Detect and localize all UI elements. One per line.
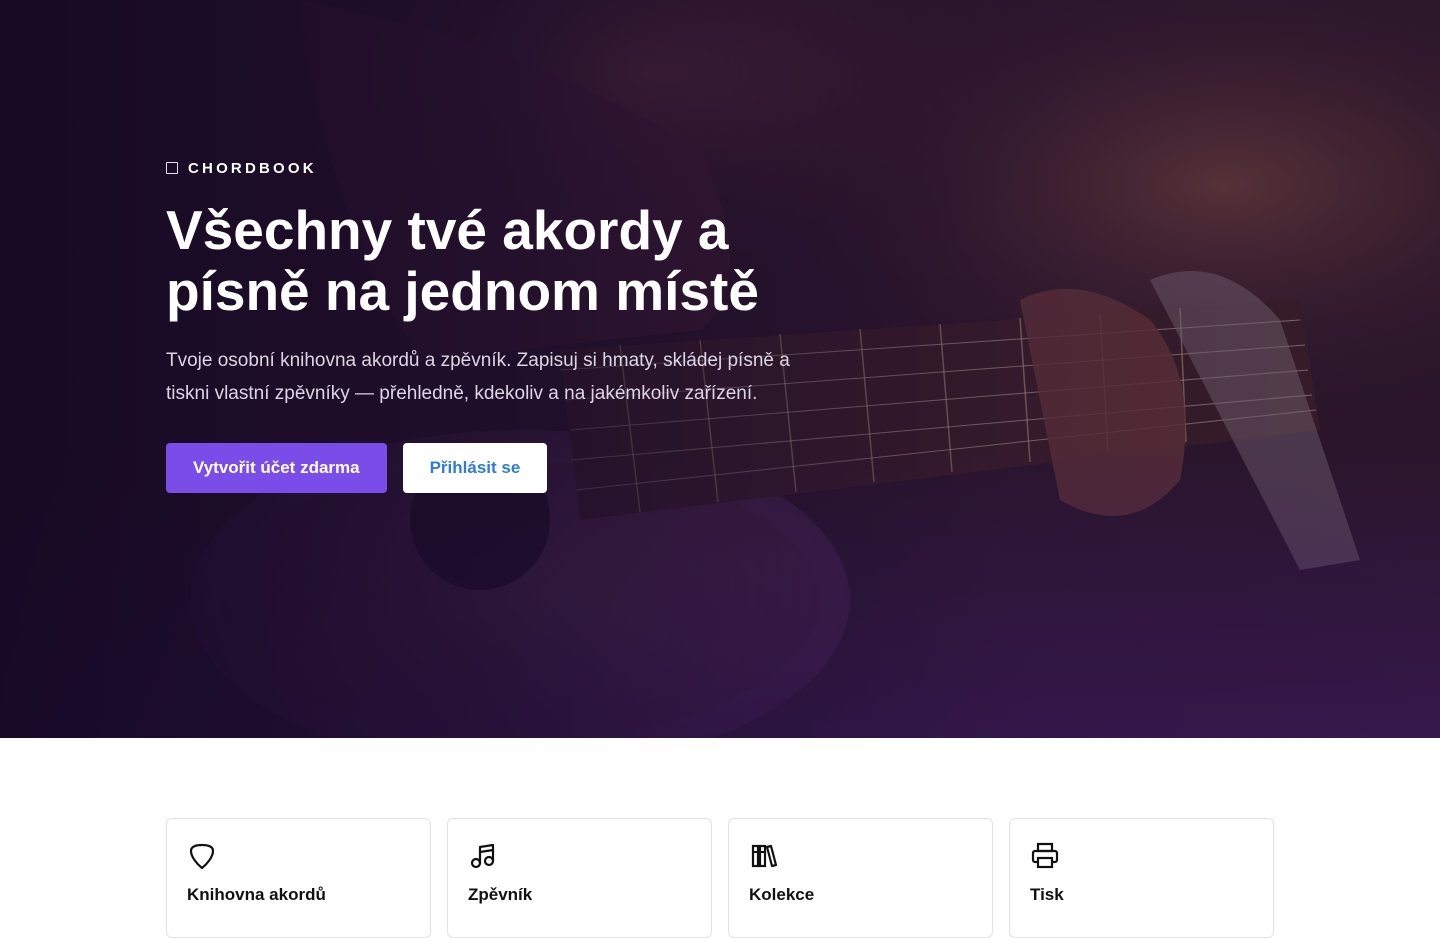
create-account-button[interactable]: Vytvořit účet zdarma (166, 443, 387, 493)
brand-logo: CHORDBOOK (166, 158, 806, 178)
printer-icon (1031, 842, 1059, 869)
feature-title: Knihovna akordů (187, 885, 326, 904)
hero-content: CHORDBOOK Všechny tvé akordy a písně na … (166, 158, 806, 493)
feature-card-songbook[interactable]: Zpěvník (447, 818, 712, 938)
feature-title: Kolekce (749, 885, 815, 904)
music-notes-icon (470, 843, 495, 869)
guitar-pick-icon (189, 843, 215, 870)
brand-name: CHORDBOOK (188, 159, 317, 177)
guitar-icon (166, 162, 178, 174)
hero-description: Tvoje osobní knihovna akordů a zpěvník. … (166, 350, 790, 404)
hero-actions: Vytvořit účet zdarma Přihlásit se (166, 443, 806, 493)
feature-card-print[interactable]: Tisk (1009, 818, 1274, 938)
login-button[interactable]: Přihlásit se (402, 443, 548, 493)
books-icon (751, 844, 778, 868)
hero-section: CHORDBOOK Všechny tvé akordy a písně na … (0, 0, 1440, 738)
features-section: Knihovna akordů Zpěvník Kolekce Tisk (166, 818, 1274, 938)
feature-card-collections[interactable]: Kolekce (728, 818, 993, 938)
feature-card-chords[interactable]: Knihovna akordů (166, 818, 431, 938)
feature-title: Zpěvník (468, 885, 533, 904)
hero-title: Všechny tvé akordy a písně na jednom mís… (166, 199, 759, 322)
feature-title: Tisk (1030, 885, 1064, 904)
